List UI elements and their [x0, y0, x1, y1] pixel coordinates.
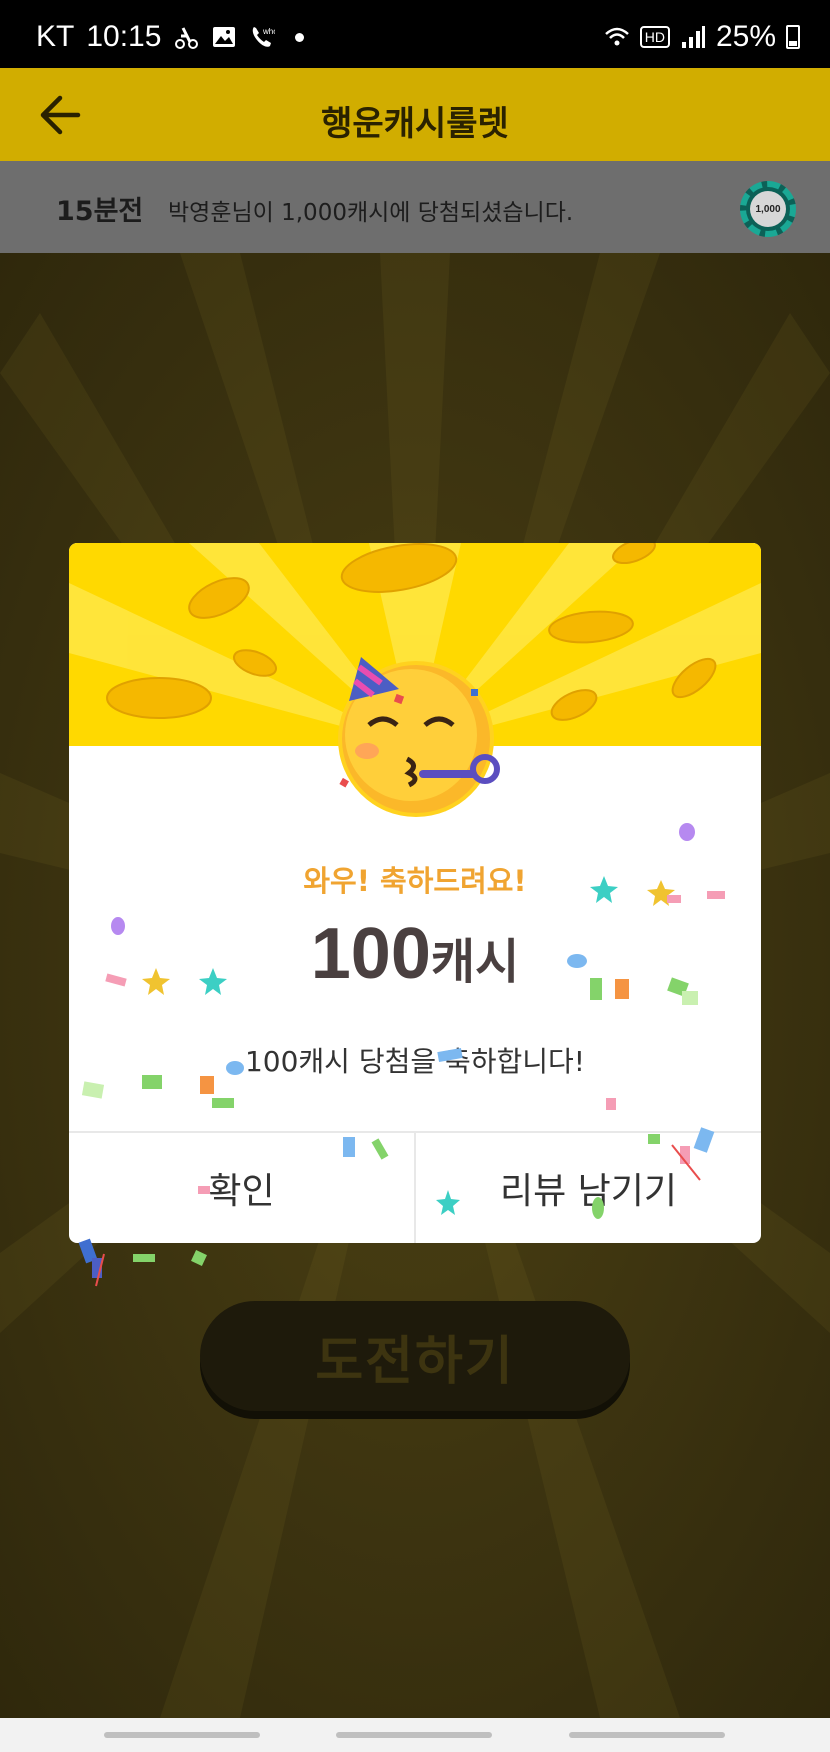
wifi-icon [604, 27, 629, 46]
status-right: HD 25% [604, 20, 800, 54]
battery-icon [786, 25, 800, 49]
winner-ticker: 15분전 박영훈님이 1,000캐시에 당첨되셨습니다. 1,000 [0, 161, 830, 253]
prize-amount-number: 100 [310, 914, 431, 994]
review-button[interactable]: 리뷰 남기기 [414, 1133, 761, 1243]
carrier-label: KT [36, 20, 75, 53]
dialog-button-row: 확인 리뷰 남기기 [69, 1131, 761, 1243]
nav-recent-button[interactable] [104, 1732, 260, 1738]
dialog-message: 100캐시 당첨을 축하합니다! [244, 1045, 586, 1078]
dialog-subtitle: 와우! 축하드려요! [303, 864, 527, 898]
image-icon [213, 27, 236, 47]
challenge-button[interactable]: 도전하기 [200, 1301, 630, 1411]
status-bar: KT 10:15 who HD 25% [0, 0, 830, 68]
battery-percent: 25% [715, 20, 776, 53]
notification-dot [295, 32, 305, 42]
system-nav-bar [0, 1718, 830, 1752]
status-left: KT 10:15 who [36, 20, 305, 54]
hd-badge: HD [639, 26, 670, 48]
page-title: 행운캐시룰렛 [321, 104, 509, 144]
delivery-icon [175, 27, 199, 49]
party-face-emoji-icon [338, 657, 500, 817]
prize-amount: 100캐시 [69, 913, 761, 995]
confirm-button[interactable]: 확인 [69, 1133, 414, 1243]
prize-dialog: 와우! 축하드려요! 100캐시 100캐시 당첨을 축하합니다! 확인 리뷰 … [69, 543, 761, 1243]
app-header: 행운캐시룰렛 [0, 68, 830, 161]
clock: 10:15 [86, 20, 162, 53]
prize-amount-unit: 캐시 [430, 934, 520, 990]
challenge-label: 도전하기 [315, 1331, 515, 1392]
svg-text:who: who [262, 27, 275, 36]
casino-chip-icon: 1,000 [740, 181, 796, 237]
nav-home-button[interactable] [336, 1732, 492, 1738]
ticker-message: 박영훈님이 1,000캐시에 당첨되셨습니다. [168, 200, 574, 226]
call-icon: who [253, 27, 275, 47]
chip-label: 1,000 [750, 191, 786, 227]
ticker-time: 15분전 [56, 196, 144, 227]
signal-icon [681, 26, 705, 48]
nav-back-button[interactable] [569, 1732, 725, 1738]
